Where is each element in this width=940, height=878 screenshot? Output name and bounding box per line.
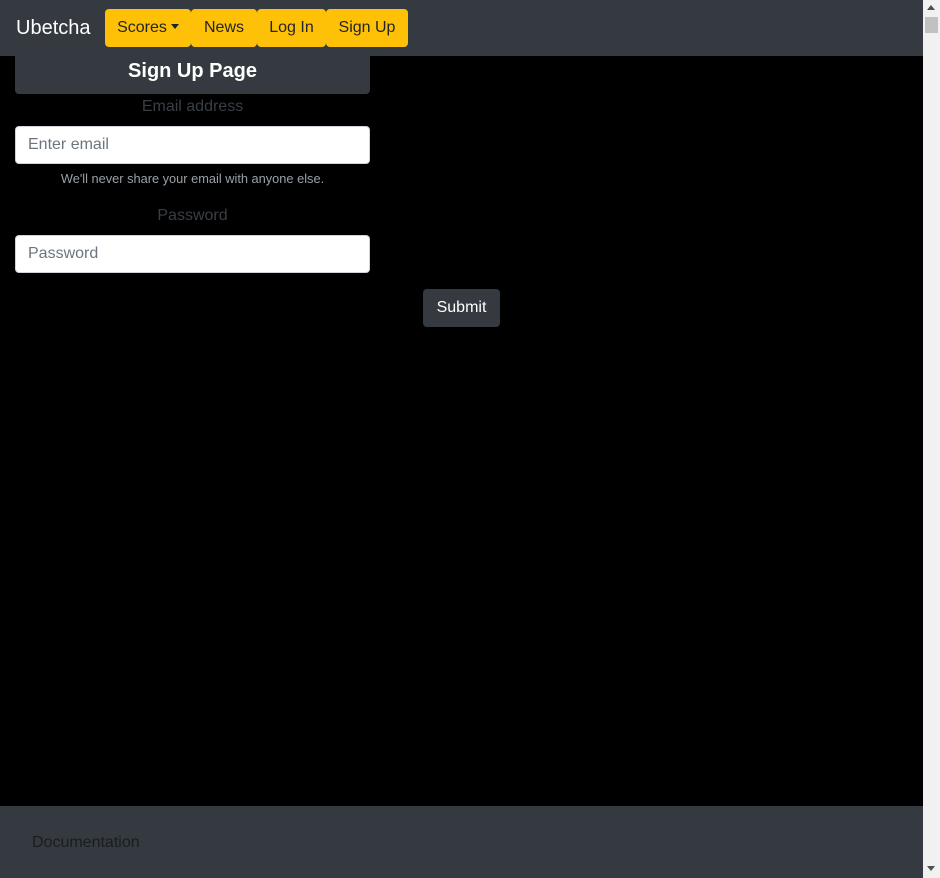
brand-logo[interactable]: Ubetcha: [16, 15, 91, 41]
nav-news-label: News: [203, 19, 244, 36]
page-title: Sign Up Page: [15, 56, 370, 94]
nav-signup-label: Sign Up: [338, 19, 396, 36]
nav-signup-link[interactable]: Sign Up: [326, 9, 408, 47]
scrollbar-thumb[interactable]: [925, 17, 938, 33]
email-help-text: We'll never share your email with anyone…: [60, 171, 325, 186]
nav-scores-label: Scores: [117, 19, 167, 36]
password-input[interactable]: [15, 235, 370, 273]
nav-news-link[interactable]: News: [191, 9, 257, 47]
page: Ubetcha Scores News Log In Sign Up Sign …: [0, 0, 923, 878]
vertical-scrollbar[interactable]: [923, 0, 940, 878]
nav-login-label: Log In: [269, 19, 314, 36]
submit-button[interactable]: Submit: [423, 289, 500, 327]
navbar: Ubetcha Scores News Log In Sign Up: [0, 0, 923, 56]
email-input[interactable]: [15, 126, 370, 164]
scroll-up-arrow-icon[interactable]: [927, 5, 935, 10]
footer-documentation-link[interactable]: Documentation: [32, 833, 140, 853]
email-label: Email address: [141, 98, 244, 115]
nav-login-link[interactable]: Log In: [257, 9, 326, 47]
caret-down-icon: [170, 24, 179, 29]
footer: Documentation: [0, 806, 923, 878]
password-label: Password: [157, 207, 228, 224]
nav-scores-dropdown[interactable]: Scores: [105, 9, 191, 47]
scroll-down-arrow-icon[interactable]: [927, 866, 935, 871]
